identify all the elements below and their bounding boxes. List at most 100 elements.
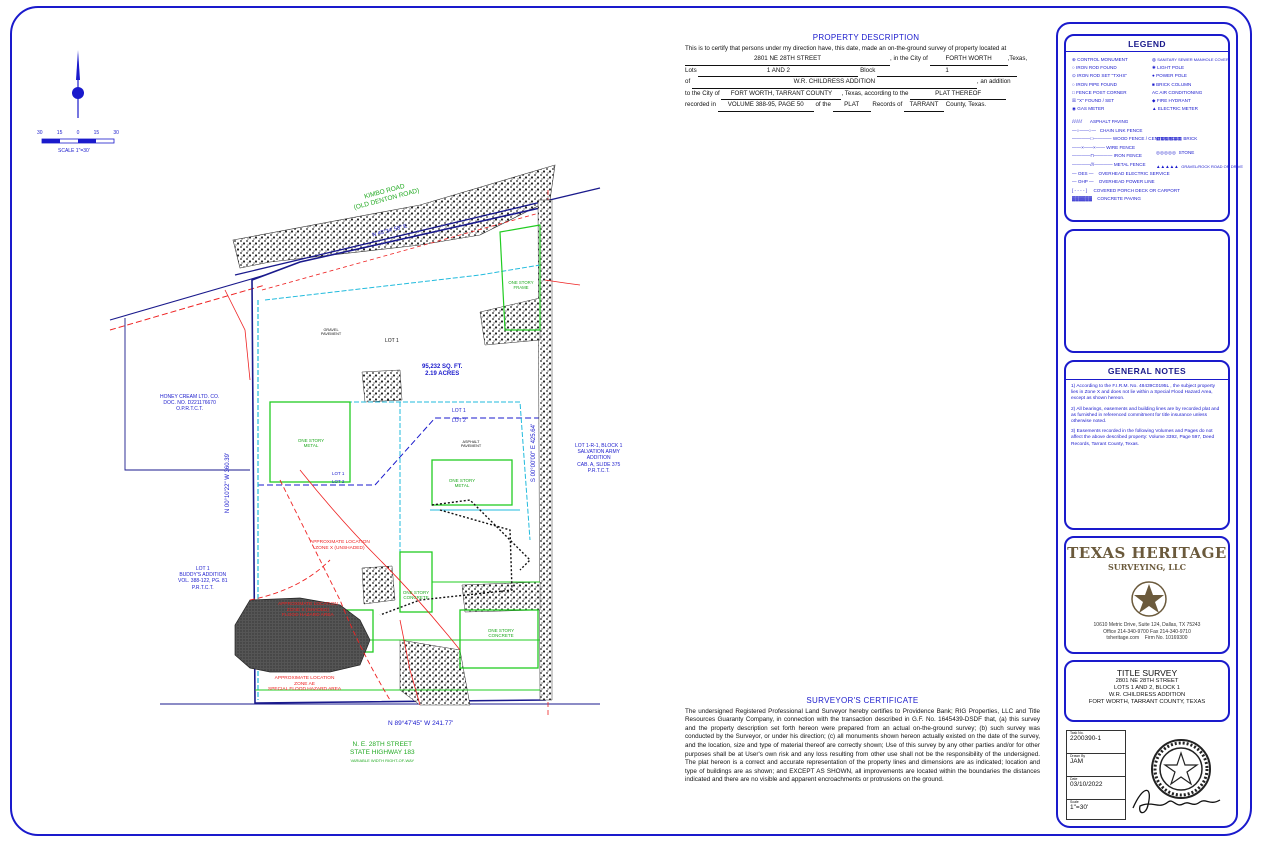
- area-label: 95,232 SQ. FT. 2.19 ACRES: [422, 364, 462, 378]
- company-contact: 10610 Metric Drive, Suite 124, Dallas, T…: [1066, 622, 1228, 642]
- legend-line-item: [ - - - - ] COVERED PORCH DECK OR CARPOR…: [1072, 187, 1180, 193]
- zone-x-line2: ZONE X (UNSHADED): [315, 545, 365, 551]
- legend-item: ◉ GAS METER: [1072, 106, 1105, 112]
- buddy-label: LOT 1 BUDDY'S ADDITION VOL. 388-122, PG.…: [178, 566, 227, 591]
- note-3: 3) Easements recorded in the following V…: [1071, 429, 1215, 447]
- legend-item: □ FENCE POST CORNER: [1072, 89, 1127, 95]
- title-survey-panel: TITLE SURVEY 2801 NE 28TH STREET LOTS 1 …: [1064, 660, 1230, 722]
- legend-label: STONE: [1178, 150, 1195, 155]
- company-name: TEXAS HERITAGE: [1067, 544, 1227, 562]
- zone-ae-line1: APPROXIMATE LOCATION: [274, 676, 335, 681]
- title-survey-details: 2801 NE 28TH STREET LOTS 1 AND 2, BLOCK …: [1066, 678, 1228, 706]
- legend-item: AC AIR CONDITIONING: [1152, 89, 1203, 95]
- building-frame-label: ONE STORY FRAME: [508, 280, 534, 290]
- legend-label: ASPHALT PAVING: [1089, 119, 1129, 124]
- legend-item: ● POWER POLE: [1152, 73, 1187, 79]
- description-line3: of W.R. CHILDRESS ADDITION, an addition: [685, 77, 1047, 89]
- title-survey-line3: W.R. CHILDRESS ADDITION: [1108, 692, 1186, 698]
- street-name: N. E. 28TH STREET: [352, 741, 413, 748]
- salvation-label: LOT 1-R-1, BLOCK 1 SALVATION ARMY ADDITI…: [575, 443, 622, 474]
- city-value: FORTH WORTH: [929, 54, 1008, 66]
- area-sqft: 95,232 SQ. FT.: [422, 364, 463, 370]
- bearing-south: N 89°47'45" W 241.77': [388, 720, 454, 727]
- block-label: Block: [860, 66, 876, 74]
- lot2-divider-label: LOT 2: [452, 418, 466, 424]
- asphalt-label: ASPHALT PAVEMENT: [460, 440, 482, 448]
- street-label: N. E. 28TH STREET STATE HIGHWAY 183 VARI…: [350, 741, 415, 765]
- scale-job-value: 1"=30': [1070, 804, 1089, 811]
- salvation-cab: CAB. A, SLIDE 375: [577, 461, 621, 468]
- legend-label: WIRE FENCE: [1106, 144, 1136, 150]
- job-row-task: Task No. 2200390-1: [1067, 731, 1125, 754]
- legend-item: ■ BRICK COLUMN: [1152, 81, 1192, 87]
- note-2: 2) All bearings, easements and building …: [1071, 406, 1220, 425]
- legend-label: POWER POLE: [1156, 73, 1187, 79]
- legend-item: ◆ FIRE HYDRANT: [1152, 98, 1191, 104]
- flood-label-line3: FLOOD HAZARD AREA: [282, 613, 334, 619]
- building-concrete-1-label: ONE STORY CONCRETE: [402, 590, 430, 600]
- scale-tick: 30: [37, 130, 43, 136]
- legend-hatch-item: ▲▲▲▲▲ GRAVEL/ROCK ROAD OR DRIVE: [1156, 164, 1244, 169]
- title-survey-line1: 2801 NE 28TH STREET: [1115, 678, 1179, 684]
- certificate-title: SURVEYOR'S CERTIFICATE: [806, 696, 919, 705]
- scale-label: SCALE 1"=30': [58, 148, 90, 154]
- highway-name: STATE HIGHWAY 183: [350, 749, 415, 756]
- company-web-firm: txheritage.com Firm No. 10169300: [1066, 635, 1228, 642]
- drawn-value: JAM: [1070, 758, 1083, 765]
- company-firm: Firm No. 10169300: [1144, 635, 1188, 641]
- legend-hatch-item: ◎◎◎◎◎ STONE: [1156, 150, 1195, 155]
- company-sub: SURVEYING, LLC: [1108, 562, 1186, 572]
- legend-label: CONTROL MONUMENT: [1077, 57, 1128, 62]
- salvation-rec: P.R.T.C.T.: [587, 467, 610, 474]
- legend-panel: LEGEND ⊕ CONTROL MONUMENT ○ IRON ROD FOU…: [1064, 34, 1243, 222]
- state-suffix: ,Texas,: [1007, 55, 1028, 62]
- legend-title: LEGEND: [1066, 39, 1228, 52]
- legend-item: ○ IRON PIPE FOUND: [1072, 81, 1117, 87]
- description-line1: 2801 NE 28TH STREET, in the City of FORT…: [685, 54, 1047, 66]
- plat-value: PLAT: [832, 100, 871, 112]
- general-notes-panel: GENERAL NOTES 1) According to the F.I.R.…: [1064, 360, 1230, 530]
- legend-item: ▲ ELECTRIC METER: [1152, 106, 1198, 112]
- zone-x-unshaded-label: APPROXIMATE LOCATION ZONE X (UNSHADED): [310, 540, 370, 551]
- zone-ae-label: APPROXIMATE LOCATION ZONE AE SPECIAL FLO…: [268, 676, 341, 693]
- legend-label: COVERED PORCH DECK OR CARPORT: [1093, 187, 1180, 193]
- legend-item: ⊕ CONTROL MONUMENT: [1072, 57, 1128, 62]
- legend-line-item: ▓▓▓▓▓▓ CONCRETE PAVING: [1072, 196, 1141, 202]
- of-the-label: of the: [815, 101, 831, 108]
- note-1: 1) According to the F.I.R.M. No. 48439C0…: [1071, 384, 1216, 402]
- lot1-left-label: LOT 1: [332, 471, 345, 476]
- legend-label: "X" FOUND / SET: [1077, 98, 1115, 104]
- buddy-rec: P.R.T.C.T.: [191, 584, 214, 591]
- area-acres: 2.19 ACRES: [425, 371, 460, 377]
- volume-value: VOLUME 388-95, PAGE 50: [717, 100, 814, 112]
- legend-hatch-item: ▦▦▦▦▦▦ BRICK: [1156, 136, 1198, 141]
- legend-label: IRON ROD FOUND: [1076, 65, 1117, 71]
- scale-tick: 15: [56, 130, 63, 136]
- surveyors-certificate: SURVEYOR'S CERTIFICATE The undersigned R…: [685, 696, 1040, 785]
- gravel-label: GRAVEL PAVEMENT: [320, 328, 342, 336]
- description-line5: recorded in VOLUME 388-95, PAGE 50 of th…: [685, 100, 1047, 112]
- legend-hatch-col: ▦▦▦▦▦▦ BRICK ◎◎◎◎◎ STONE ▲▲▲▲▲ GRAVEL/RO…: [1156, 132, 1243, 174]
- legend-label: GAS METER: [1077, 106, 1105, 112]
- legend-label: FIRE HYDRANT: [1156, 98, 1191, 104]
- block-value: 1: [877, 66, 1018, 77]
- lot1-divider-label: LOT 1: [452, 408, 466, 414]
- building-metal-1-label: ONE STORY METAL: [297, 438, 325, 448]
- recorded-label: recorded in: [685, 101, 716, 108]
- zone-x-line1: APPROXIMATE LOCATION: [310, 540, 370, 545]
- row-note: VARIABLE WIDTH RIGHT-OF-WAY: [350, 758, 415, 763]
- legend-item: ⊙ IRON ROD SET "TXHS": [1072, 73, 1128, 79]
- legend-label: CHAIN LINK FENCE: [1099, 127, 1143, 133]
- county-value: TARRANT: [904, 100, 945, 112]
- task-value: 2200390-1: [1070, 735, 1102, 742]
- scale-tick: 0: [76, 130, 80, 136]
- legend-label: BRICK: [1183, 136, 1198, 141]
- of-label: of: [685, 78, 691, 85]
- legend-label: METAL FENCE: [1113, 161, 1146, 167]
- job-row-scale: Scale 1"=30': [1067, 800, 1125, 820]
- bearing-east: S 00°00'00" E 425.64': [531, 423, 538, 483]
- job-row-drawn: Drawn By JAM: [1067, 754, 1125, 777]
- address-value: 2801 NE 28TH STREET: [685, 54, 890, 66]
- north-arrow-icon: [72, 50, 84, 118]
- legend-label: OVERHEAD POWER LINE: [1098, 179, 1155, 185]
